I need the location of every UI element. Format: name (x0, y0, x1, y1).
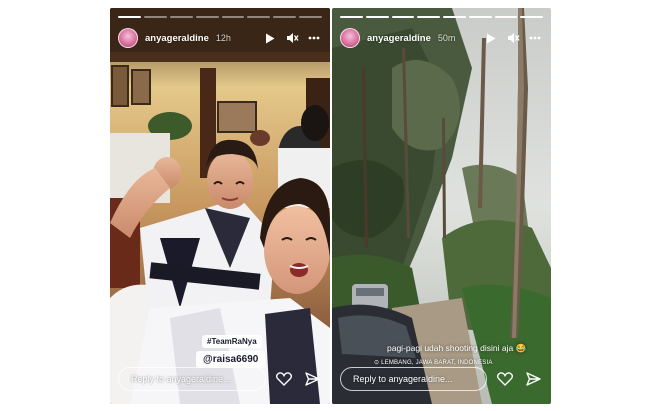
story-card-right[interactable]: anyageraldine 50m pagi-pagi udah shootin… (332, 8, 551, 404)
avatar[interactable] (118, 28, 138, 48)
progress-segment (365, 16, 389, 18)
play-icon[interactable] (262, 30, 278, 46)
timestamp: 50m (437, 33, 456, 43)
story-footer: Reply to anyageraldine... (340, 366, 543, 392)
progress-segment (143, 16, 167, 18)
more-icon[interactable] (527, 30, 543, 46)
reply-placeholder: Reply to anyageraldine... (353, 374, 453, 384)
progress-segment (391, 16, 415, 18)
progress-segment (520, 16, 543, 18)
heart-icon[interactable] (274, 369, 294, 389)
story-header: anyageraldine 12h (118, 28, 322, 48)
heart-icon[interactable] (495, 369, 515, 389)
mute-icon[interactable] (284, 30, 300, 46)
progress-segment (340, 16, 363, 18)
more-icon[interactable] (306, 30, 322, 46)
avatar[interactable] (340, 28, 360, 48)
progress-segment (273, 16, 297, 18)
progress-segment (118, 16, 141, 18)
progress-segment (247, 16, 271, 18)
progress-segment (443, 16, 466, 18)
reply-input[interactable]: Reply to anyageraldine... (118, 367, 266, 391)
story-card-left[interactable]: anyageraldine 12h #TeamRaNya @raisa6690 … (110, 8, 330, 404)
send-icon[interactable] (523, 369, 543, 389)
story-caption: pagi-pagi udah shooting disini aja 😂 (387, 343, 527, 353)
story-progress-bar (340, 16, 543, 18)
send-icon[interactable] (302, 369, 322, 389)
timestamp: 12h (215, 33, 231, 43)
story-footer: Reply to anyageraldine... (118, 366, 322, 392)
username[interactable]: anyageraldine (367, 33, 431, 44)
play-icon[interactable] (483, 30, 499, 46)
progress-segment (195, 16, 219, 18)
reply-input[interactable]: Reply to anyageraldine... (340, 367, 487, 391)
reply-placeholder: Reply to anyageraldine... (131, 374, 231, 384)
story-progress-bar (118, 16, 322, 18)
progress-segment (417, 16, 440, 18)
mute-icon[interactable] (505, 30, 521, 46)
progress-segment (299, 16, 322, 18)
location-sticker[interactable]: ⊙ LEMBANG, JAWA BARAT, INDONESIA (374, 359, 493, 366)
story-header: anyageraldine 50m (340, 28, 543, 48)
progress-segment (169, 16, 193, 18)
username[interactable]: anyageraldine (145, 33, 209, 44)
hashtag-sticker[interactable]: #TeamRaNya (202, 335, 262, 348)
progress-segment (468, 16, 492, 18)
progress-segment (494, 16, 518, 18)
progress-segment (221, 16, 245, 18)
